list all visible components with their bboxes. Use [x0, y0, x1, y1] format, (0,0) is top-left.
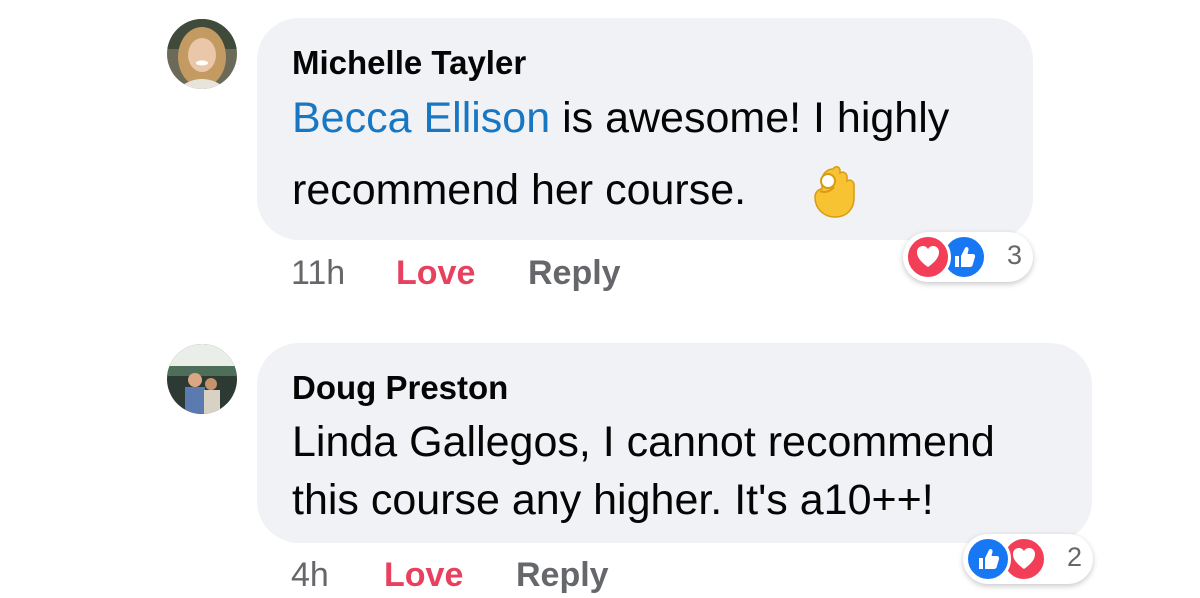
comment-author[interactable]: Doug Preston	[292, 369, 508, 407]
reply-button[interactable]: Reply	[528, 254, 621, 293]
love-reaction-icon	[905, 234, 951, 280]
avatar-doug[interactable]	[167, 344, 237, 414]
ok-hand-emoji-icon	[814, 166, 855, 218]
comment-author[interactable]: Michelle Tayler	[292, 44, 526, 82]
mention-link[interactable]: Becca Ellison	[292, 94, 550, 142]
comment-meta: 4h	[291, 556, 329, 595]
comment-timestamp[interactable]: 4h	[291, 556, 329, 594]
love-reaction-button[interactable]: Love	[396, 254, 475, 293]
like-reaction-icon	[965, 536, 1011, 582]
reaction-summary[interactable]: 3	[903, 232, 1033, 282]
love-label: Love	[396, 254, 476, 292]
reply-button[interactable]: Reply	[516, 556, 609, 595]
comment-text-line2: this course any higher. It's a10++!	[292, 476, 934, 524]
comment-text-line2: recommend her course.	[292, 166, 747, 214]
comment-meta: 11h	[291, 254, 345, 293]
love-reaction-button[interactable]: Love	[384, 556, 463, 595]
reaction-summary[interactable]: 2	[963, 534, 1093, 584]
comment-timestamp[interactable]: 11h	[291, 254, 345, 292]
love-label: Love	[384, 556, 464, 594]
reply-label: Reply	[516, 556, 609, 594]
avatar-michelle[interactable]	[167, 19, 237, 89]
reply-label: Reply	[528, 254, 621, 292]
comment-text: Becca Ellison is awesome! I highly	[292, 84, 949, 152]
avatar-michelle-image	[167, 19, 237, 89]
comment-text-line1: is awesome! I highly	[550, 94, 950, 142]
reaction-count: 2	[1067, 542, 1083, 572]
comment-text: recommend her course.	[292, 156, 746, 224]
avatar-doug-image	[167, 344, 237, 414]
reaction-count: 3	[1007, 240, 1023, 270]
